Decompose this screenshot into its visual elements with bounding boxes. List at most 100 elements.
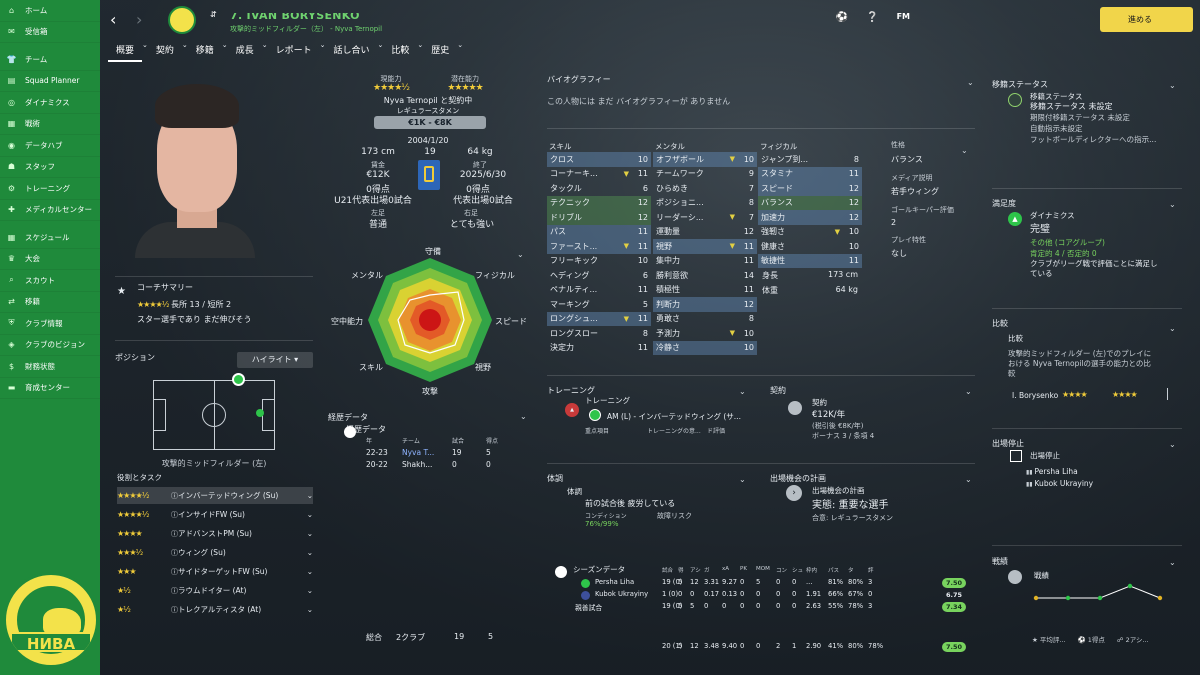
history-total-apps: 19 — [454, 632, 465, 641]
info-icon[interactable]: ⓘ — [171, 586, 178, 596]
training-menu-icon[interactable]: ⌄ — [739, 387, 746, 396]
compare-subtitle[interactable]: 比較 — [1008, 333, 1023, 344]
form-menu-icon[interactable]: ⌄ — [1169, 558, 1176, 567]
history-menu-icon[interactable]: ⌄ — [520, 412, 527, 421]
sidebar-item-inbox[interactable]: ✉ 受信箱 — [0, 22, 100, 43]
sidebar-item-youth[interactable]: ▬ 育成センター — [0, 378, 100, 399]
biography-title[interactable]: バイオグラフィー — [547, 75, 611, 84]
form-title: 戦績 — [992, 557, 1008, 566]
radar-menu-icon[interactable]: ⌄ — [517, 250, 524, 259]
weight-label: 体重 — [762, 286, 778, 295]
attribute-row: クロス 10 — [547, 152, 651, 167]
suspension-subtitle[interactable]: 出場停止 — [1030, 450, 1060, 461]
tab-5[interactable]: 話し合い — [325, 41, 377, 62]
contract-title[interactable]: 契約 — [770, 386, 786, 395]
help-icon[interactable]: ❔ — [866, 12, 878, 23]
satisfaction-menu-icon[interactable]: ⌄ — [1169, 200, 1176, 209]
sidebar-item-calendar[interactable]: ▦ スケジュール — [0, 227, 100, 249]
history-row[interactable]: 20-22 Shakh... 0 0 — [366, 460, 526, 469]
chevron-down-icon[interactable]: ⌄ — [307, 605, 313, 614]
tab-7[interactable]: 歴史 — [423, 41, 457, 62]
role-row[interactable]: ★★★★½ ⓘ インバーテッドウィング (Su) ⌄ — [117, 487, 313, 504]
sidebar-item-training[interactable]: ⚙ トレーニング — [0, 178, 100, 200]
sidebar-item-finance[interactable]: $ 財務状態 — [0, 356, 100, 378]
condition-subtitle[interactable]: 体調 — [567, 486, 582, 497]
ball-icon[interactable]: ⚽ — [836, 12, 848, 23]
playtime-subtitle[interactable]: 出場機会の計画 — [812, 485, 865, 496]
season-row[interactable]: 親善試合 19 (0) 5 5 0 0 0 0 0 0 2.63 55% 78% 3 7.34 — [547, 602, 977, 613]
sidebar-item-medical[interactable]: ✚ メディカルセンター — [0, 200, 100, 221]
attribute-row: スタミナ 11 — [758, 166, 862, 181]
tab-0[interactable]: 概要 — [108, 41, 143, 62]
sidebar-item-club-info[interactable]: ⛨ クラブ情報 — [0, 313, 100, 335]
role-row[interactable]: ★½ ⓘ トレクアルティスタ (At) ⌄ — [117, 601, 313, 618]
sidebar-item-home[interactable]: ⌂ ホーム — [0, 0, 100, 22]
playtime-menu-icon[interactable]: ⌄ — [965, 475, 972, 484]
contract-menu-icon[interactable]: ⌄ — [965, 387, 972, 396]
role-row[interactable]: ★½ ⓘ ラウムドイター (At) ⌄ — [117, 582, 313, 599]
role-row[interactable]: ★★★★ ⓘ アドバンストPM (Su) ⌄ — [117, 525, 313, 542]
sidebar-item-vision[interactable]: ◈ クラブのビジョン — [0, 335, 100, 356]
sidebar-item-team[interactable]: 👕 チーム — [0, 49, 100, 71]
chevron-down-icon[interactable]: ⌄ — [307, 491, 313, 500]
trend-arrow-icon: ▼ — [834, 227, 840, 236]
training-title[interactable]: トレーニング — [547, 386, 595, 395]
chevron-down-icon[interactable]: ⌄ — [307, 567, 313, 576]
fm-menu[interactable]: FM — [897, 12, 910, 23]
personality-menu-icon[interactable]: ⌄ — [961, 146, 968, 155]
position-dropdown[interactable]: ハイライト ▾ — [237, 352, 313, 368]
suspension-menu-icon[interactable]: ⌄ — [1169, 440, 1176, 449]
season-row[interactable]: 20 (1) 5 12 3.48 9.40 0 0 2 1 2.90 41% 80% 78% 7.50 — [547, 642, 977, 653]
role-row[interactable]: ★★★ ⓘ サイドターゲットFW (Su) ⌄ — [117, 563, 313, 580]
sidebar-item-scout[interactable]: ⌕ スカウト — [0, 270, 100, 292]
contract-subtitle[interactable]: 契約 — [812, 397, 827, 408]
season-title[interactable]: シーズンデータ — [573, 564, 625, 575]
position-title[interactable]: ポジション — [115, 353, 155, 362]
tab-6[interactable]: 比較 — [383, 41, 417, 62]
info-icon[interactable]: ⓘ — [171, 605, 178, 615]
contract-icon — [788, 401, 802, 415]
sidebar-item-transfer[interactable]: ⇄ 移籍 — [0, 292, 100, 313]
tab-1[interactable]: 契約 — [148, 41, 182, 62]
player-switch-icon[interactable]: ⇵ — [210, 10, 217, 19]
sidebar-item-datahub[interactable]: ◉ データハブ — [0, 135, 100, 157]
chevron-down-icon[interactable]: ⌄ — [307, 548, 313, 557]
info-icon[interactable]: ⓘ — [171, 529, 178, 539]
finance-icon: $ — [8, 361, 15, 371]
season-row[interactable]: Persha Liha 19 (0) 5 12 3.31 9.27 0 5 0 0... 81% 80… — [547, 578, 977, 589]
injury-risk-icon: ▲ — [565, 403, 579, 417]
continue-button[interactable]: 進める — [1100, 7, 1193, 32]
forward-icon[interactable]: › — [136, 10, 142, 29]
sidebar-item-tactics[interactable]: ▦ 戦術 — [0, 114, 100, 135]
compare-menu-icon[interactable]: ⌄ — [1169, 324, 1176, 333]
chevron-down-icon[interactable]: ⌄ — [307, 529, 313, 538]
tab-4[interactable]: レポート — [268, 41, 320, 62]
sidebar-item-dynamics[interactable]: ◎ ダイナミクス — [0, 92, 100, 114]
traits-value: なし — [891, 249, 907, 258]
history-row[interactable]: 22-23 Nyva T... 19 5 — [366, 448, 526, 457]
attribute-name: 加速力 — [761, 212, 785, 222]
transfer-menu-icon[interactable]: ⌄ — [1169, 81, 1176, 90]
history-cell[interactable]: Nyva T... — [402, 448, 452, 457]
back-icon[interactable]: ‹ — [110, 10, 116, 29]
info-icon[interactable]: ⓘ — [171, 567, 178, 577]
chevron-down-icon[interactable]: ⌄ — [307, 510, 313, 519]
season-row[interactable]: Kubok Ukrayiny 1 (0) 0 0 0.17 0.13 0 0 0 0 1.91 66%… — [547, 590, 977, 601]
role-row[interactable]: ★★★½ ⓘ ウィング (Su) ⌄ — [117, 544, 313, 561]
info-icon[interactable]: ⓘ — [171, 491, 178, 501]
sidebar-item-planner[interactable]: ▤ Squad Planner — [0, 71, 100, 92]
info-icon[interactable]: ⓘ — [171, 510, 178, 520]
biography-menu-icon[interactable]: ⌄ — [967, 78, 974, 87]
history-cell[interactable]: Shakh... — [402, 460, 452, 469]
tab-3[interactable]: 成長 — [228, 41, 262, 62]
sidebar-item-trophy[interactable]: ♛ 大会 — [0, 249, 100, 270]
condition-menu-icon[interactable]: ⌄ — [739, 475, 746, 484]
info-icon[interactable]: ⓘ — [171, 548, 178, 558]
tab-2[interactable]: 移籍 — [188, 41, 222, 62]
chevron-down-icon[interactable]: ⌄ — [307, 586, 313, 595]
director-instruction[interactable]: フットボールディレクターへの指示... — [1030, 134, 1156, 145]
role-row[interactable]: ★★★★½ ⓘ インサイドFW (Su) ⌄ — [117, 506, 313, 523]
attribute-row: 視野 11 ▼ — [653, 239, 757, 254]
sidebar-item-staff[interactable]: ☗ スタッフ — [0, 157, 100, 178]
training-subtitle[interactable]: トレーニング — [585, 395, 630, 406]
